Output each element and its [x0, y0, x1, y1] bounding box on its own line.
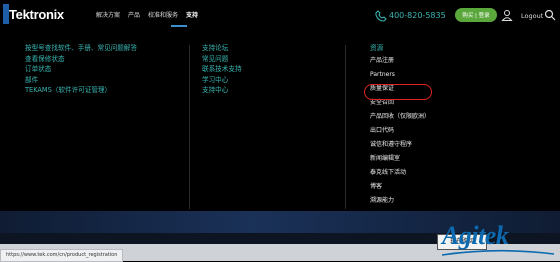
menu-link-product-registration[interactable]: 产品注册	[370, 54, 430, 68]
support-mega-menu: 按型号查找软件、手册、常见问题解答 查看保修状态 订单状态 部件 TEKAMS（…	[0, 33, 560, 211]
top-header: Tektronix 解决方案 产品 校准和服务 支持 400-820-5835 …	[0, 0, 560, 33]
menu-link-offline-events[interactable]: 泰克线下活动	[370, 166, 430, 180]
menu-link-export-codes[interactable]: 出口代码	[370, 124, 430, 138]
menu-link-product-recycling[interactable]: 产品回收（仅限欧洲）	[370, 110, 430, 124]
nav-calibration-service[interactable]: 校准和服务	[148, 12, 178, 20]
column-divider	[345, 45, 346, 209]
nav-products[interactable]: 产品	[128, 12, 140, 20]
phone-number[interactable]: 400-820-5835	[389, 11, 446, 20]
menu-link-tekams[interactable]: TEKAMS（软件许可证管理）	[25, 85, 137, 96]
main-nav: 解决方案 产品 校准和服务 支持	[96, 12, 198, 20]
annotation-highlight-ring	[364, 84, 432, 100]
nav-support[interactable]: 支持	[186, 12, 198, 20]
menu-link-blog[interactable]: 博客	[370, 180, 430, 194]
menu-link-contact-support[interactable]: 联系技术支持	[202, 64, 242, 75]
menu-link-support-center[interactable]: 支持中心	[202, 85, 242, 96]
menu-link-learning-center[interactable]: 学习中心	[202, 75, 242, 86]
nav-solutions[interactable]: 解决方案	[96, 12, 120, 20]
column-divider	[189, 45, 190, 209]
menu-link-support-forum[interactable]: 支持论坛	[202, 43, 242, 54]
phone-icon	[375, 10, 387, 22]
menu-column-1: 按型号查找软件、手册、常见问题解答 查看保修状态 订单状态 部件 TEKAMS（…	[25, 43, 137, 96]
menu-link-parts[interactable]: 部件	[25, 75, 137, 86]
resources-heading: 资源	[370, 44, 384, 52]
logout-link[interactable]: Logout	[521, 12, 543, 20]
active-nav-underline	[171, 25, 187, 27]
buy-login-button[interactable]: 购买 | 登录	[455, 8, 497, 22]
watermark-text: Agitek	[442, 221, 509, 250]
menu-link-integrity-compliance[interactable]: 诚信和遵守程序	[370, 138, 430, 152]
menu-link-find-by-model[interactable]: 按型号查找软件、手册、常见问题解答	[25, 43, 137, 54]
menu-link-traceability[interactable]: 溯源能力	[370, 194, 430, 208]
status-bar-url: https://www.tek.com/cn/product_registrat…	[0, 249, 124, 262]
tektronix-logo[interactable]: Tektronix	[9, 7, 64, 22]
menu-link-faq[interactable]: 常见问题	[202, 54, 242, 65]
menu-column-resources: 资源 产品注册 Partners 质量保证 安全召回 产品回收（仅限欧洲） 出口…	[370, 43, 430, 208]
search-icon[interactable]	[544, 9, 556, 21]
watermark-swoosh	[441, 249, 555, 256]
user-icon[interactable]	[501, 9, 513, 21]
menu-link-partners[interactable]: Partners	[370, 68, 430, 82]
menu-link-order-status[interactable]: 订单状态	[25, 64, 137, 75]
agitek-watermark: Agitek	[440, 221, 556, 261]
menu-link-newsroom[interactable]: 新闻编辑室	[370, 152, 430, 166]
menu-column-2: 支持论坛 常见问题 联系技术支持 学习中心 支持中心	[202, 43, 242, 96]
menu-link-warranty-status[interactable]: 查看保修状态	[25, 54, 137, 65]
page-bottom-area: 现在购买 Agitek https://www.tek.com/cn/produ…	[0, 211, 560, 262]
